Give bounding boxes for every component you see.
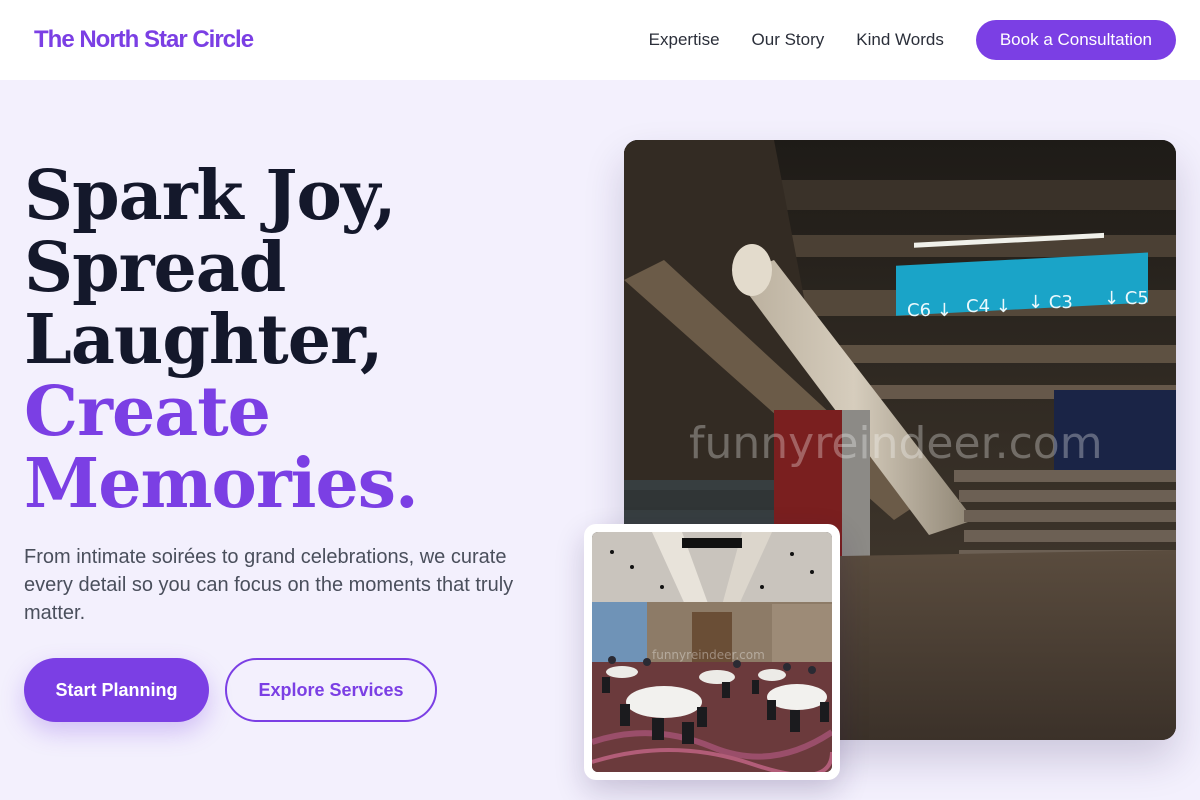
main-nav: Expertise Our Story Kind Words Book a Co…: [649, 20, 1176, 60]
nav-link-kind-words[interactable]: Kind Words: [856, 20, 944, 60]
hero-subtitle: From intimate soirées to grand celebrati…: [24, 546, 514, 624]
sign-c3: ↓ C3: [1028, 292, 1073, 313]
sign-c4: C4 ↓: [966, 296, 1011, 317]
headline-line-2: Spread: [24, 228, 286, 308]
site-header: The North Star Circle Expertise Our Stor…: [0, 0, 1200, 80]
hero-headline: Spark Joy, Spread Laughter, Create Memor…: [24, 160, 584, 520]
book-consultation-button[interactable]: Book a Consultation: [975, 20, 1176, 60]
banquet-photo-card: funnyreindeer.com: [584, 524, 840, 780]
headline-accent-line-2: Memories.: [24, 444, 419, 524]
sign-c6: C6 ↓: [907, 300, 952, 321]
nav-link-expertise[interactable]: Expertise: [649, 20, 720, 60]
nav-link-our-story[interactable]: Our Story: [752, 20, 825, 60]
sign-c5: ↓ C5: [1104, 288, 1149, 309]
inset-photo-watermark: funnyreindeer.com: [652, 648, 765, 662]
banquet-hall-illustration: funnyreindeer.com: [592, 532, 832, 772]
explore-services-button[interactable]: Explore Services: [225, 658, 437, 722]
banquet-hall-photo: funnyreindeer.com: [592, 532, 832, 772]
headline-accent-line-1: Create: [24, 372, 271, 452]
headline-line-1: Spark Joy,: [24, 156, 397, 236]
brand-logo[interactable]: The North Star Circle: [34, 26, 254, 54]
headline-line-3: Laughter,: [24, 300, 384, 380]
start-planning-button[interactable]: Start Planning: [24, 658, 209, 722]
